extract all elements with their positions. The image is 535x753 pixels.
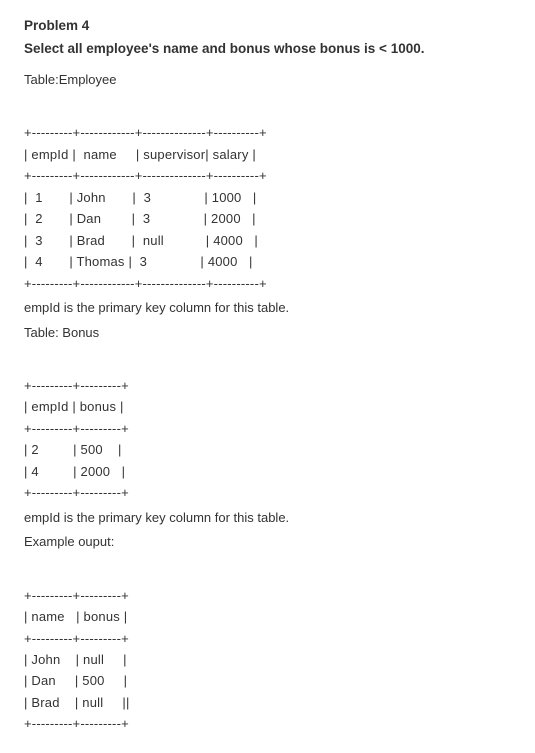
table-row: | 4 | 2000 | [24,464,125,479]
table-border: +---------+---------+ [24,421,129,436]
problem-statement: Select all employee's name and bonus who… [24,41,511,56]
employee-table: +---------+------------+--------------+-… [24,101,511,294]
table-border: +---------+---------+ [24,631,129,646]
problem-title: Problem 4 [24,18,511,33]
table-row: | 3 | Brad | null | 4000 | [24,233,258,248]
table-row: | 4 | Thomas | 3 | 4000 | [24,254,253,269]
table-row: | 1 | John | 3 | 1000 | [24,190,257,205]
employee-table-label: Table:Employee [24,72,511,87]
table-border: +---------+---------+ [24,716,129,731]
table-row: | Brad | null || [24,695,130,710]
table-header: | name | bonus | [24,609,127,624]
bonus-table-label: Table: Bonus [24,323,511,344]
table-border: +---------+------------+--------------+-… [24,168,267,183]
bonus-table-note: empId is the primary key column for this… [24,508,511,529]
table-row: | John | null | [24,652,127,667]
table-border: +---------+---------+ [24,588,129,603]
example-output-table: +---------+---------+ | name | bonus | +… [24,563,511,735]
table-border: +---------+---------+ [24,485,129,500]
table-border: +---------+------------+--------------+-… [24,125,267,140]
table-header: | empId | bonus | [24,399,124,414]
table-header: | empId | name | supervisor| salary | [24,147,256,162]
table-border: +---------+---------+ [24,378,129,393]
bonus-table: +---------+---------+ | empId | bonus | … [24,354,511,504]
table-row: | 2 | Dan | 3 | 2000 | [24,211,256,226]
table-row: | Dan | 500 | [24,673,127,688]
table-row: | 2 | 500 | [24,442,122,457]
example-output-label: Example ouput: [24,532,511,553]
employee-table-note: empId is the primary key column for this… [24,298,511,319]
table-border: +---------+------------+--------------+-… [24,276,267,291]
